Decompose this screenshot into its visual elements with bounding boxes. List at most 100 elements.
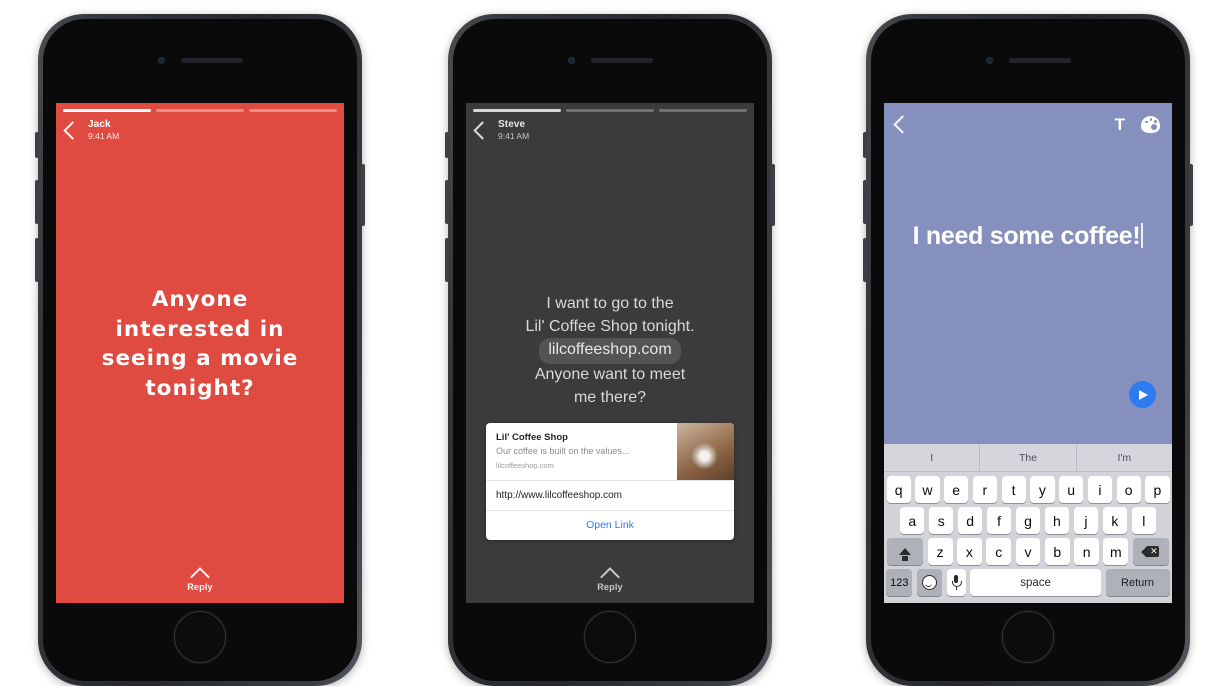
prediction-item[interactable]: I'm [1077, 444, 1172, 471]
text-caret [1141, 223, 1144, 248]
sensor-row [43, 57, 357, 64]
front-camera-icon [567, 57, 575, 64]
screen-story-jack: Jack 9:41 AM Anyone interested in seeing… [56, 103, 344, 603]
inline-link-chip[interactable]: lilcoffeeshop.com [539, 338, 681, 365]
composed-text: I need some coffee! [912, 222, 1141, 250]
key-a[interactable]: a [900, 507, 925, 534]
key-s[interactable]: s [928, 507, 954, 534]
prediction-item[interactable]: I [884, 444, 981, 471]
phone-body: Steve 9:41 AM I want to go to the Lil' C… [453, 19, 767, 681]
reply-footer[interactable]: Reply [466, 567, 754, 592]
prediction-item[interactable]: The [980, 444, 1077, 471]
key-m[interactable]: m [1103, 538, 1129, 565]
key-d[interactable]: d [957, 507, 983, 534]
story-header: Steve 9:41 AM [473, 119, 529, 141]
earpiece-speaker-icon [180, 58, 243, 63]
compose-tool-group: T [1115, 115, 1160, 133]
key-k[interactable]: k [1102, 507, 1128, 534]
volume-down-button[interactable] [863, 238, 867, 282]
volume-up-button[interactable] [35, 180, 39, 224]
key-i[interactable]: i [1087, 476, 1112, 503]
back-chevron-left-icon[interactable] [63, 121, 82, 140]
key-t[interactable]: t [1001, 476, 1026, 503]
volume-down-button[interactable] [445, 238, 449, 282]
power-button[interactable] [1189, 164, 1193, 226]
home-button[interactable] [1002, 611, 1054, 663]
home-button[interactable] [174, 611, 226, 663]
volume-up-button[interactable] [863, 180, 867, 224]
send-button[interactable] [1129, 381, 1156, 408]
smiley-face-icon [921, 575, 937, 590]
back-chevron-left-icon[interactable] [473, 121, 492, 140]
volume-down-button[interactable] [35, 238, 39, 282]
mute-switch[interactable] [35, 132, 39, 158]
dictation-key[interactable] [946, 569, 966, 596]
link-card-url[interactable]: http://www.lilcoffeeshop.com [486, 480, 734, 510]
home-button[interactable] [584, 611, 636, 663]
link-card-header: Lil' Coffee Shop Our coffee is built on … [486, 423, 734, 480]
power-button[interactable] [361, 164, 365, 226]
key-j[interactable]: j [1073, 507, 1099, 534]
key-o[interactable]: o [1116, 476, 1141, 503]
numbers-key[interactable]: 123 [886, 569, 913, 596]
power-button[interactable] [771, 164, 775, 226]
sensor-row [871, 57, 1185, 64]
progress-segment [659, 109, 747, 112]
delete-key[interactable]: ✕ [1132, 538, 1170, 565]
mute-switch[interactable] [863, 132, 867, 158]
message-line: I want to go to the [546, 295, 674, 312]
progress-segment [156, 109, 244, 112]
keyboard-row-3: z x c v b n m ✕ [884, 534, 1172, 565]
screenshot-stage: Jack 9:41 AM Anyone interested in seeing… [0, 0, 1220, 686]
color-palette-icon[interactable] [1141, 115, 1160, 133]
microphone-icon [952, 575, 963, 590]
open-link-button[interactable]: Open Link [486, 510, 734, 540]
key-f[interactable]: f [986, 507, 1012, 534]
key-p[interactable]: p [1145, 476, 1170, 503]
message-link-line: lilcoffeeshop.com [478, 338, 742, 365]
key-l[interactable]: l [1131, 507, 1156, 534]
key-z[interactable]: z [927, 538, 953, 565]
mute-switch[interactable] [445, 132, 449, 158]
story-author-block: Steve 9:41 AM [498, 119, 529, 141]
compose-text-area[interactable]: I need some coffee! [900, 221, 1156, 253]
key-w[interactable]: w [915, 476, 940, 503]
phone-mockup-story-jack: Jack 9:41 AM Anyone interested in seeing… [35, 14, 365, 686]
back-chevron-left-icon[interactable] [893, 115, 912, 134]
key-v[interactable]: v [1015, 538, 1041, 565]
link-preview-card[interactable]: Lil' Coffee Shop Our coffee is built on … [486, 423, 734, 540]
story-view[interactable]: Steve 9:41 AM I want to go to the Lil' C… [466, 103, 754, 603]
space-key[interactable]: space [970, 569, 1102, 596]
keyboard-row-2: a s d f g h j k l [884, 503, 1172, 534]
volume-up-button[interactable] [445, 180, 449, 224]
key-x[interactable]: x [957, 538, 982, 565]
palette-dot [1145, 120, 1148, 124]
key-h[interactable]: h [1044, 507, 1070, 534]
backspace-icon: ✕ [1143, 546, 1160, 557]
front-camera-icon [985, 57, 993, 64]
palette-dot [1154, 120, 1157, 123]
key-u[interactable]: u [1059, 476, 1084, 503]
return-key[interactable]: Return [1105, 569, 1170, 596]
story-text: Anyone interested in seeing a movie toni… [101, 287, 299, 401]
shift-key[interactable] [886, 538, 924, 565]
emoji-key[interactable] [916, 569, 943, 596]
reply-footer[interactable]: Reply [56, 567, 344, 592]
key-y[interactable]: y [1030, 476, 1055, 503]
key-e[interactable]: e [944, 476, 969, 503]
link-card-title: Lil' Coffee Shop [496, 432, 568, 443]
compose-editor[interactable]: T I need some coffee! I The I'm q w e r … [884, 103, 1172, 603]
key-q[interactable]: q [886, 476, 911, 503]
message-line: Anyone want to meet [534, 366, 686, 384]
text-tool-icon[interactable]: T [1115, 116, 1125, 133]
story-view[interactable]: Jack 9:41 AM Anyone interested in seeing… [56, 103, 344, 603]
message-line: Lil' Coffee Shop tonight. [525, 317, 695, 335]
key-g[interactable]: g [1015, 507, 1041, 534]
story-progress-bar [63, 109, 337, 112]
key-b[interactable]: b [1044, 538, 1070, 565]
key-r[interactable]: r [972, 476, 997, 503]
story-author-name: Steve [498, 119, 526, 130]
key-c[interactable]: c [986, 538, 1012, 565]
compose-toolbar: T [884, 103, 1172, 145]
key-n[interactable]: n [1074, 538, 1099, 565]
